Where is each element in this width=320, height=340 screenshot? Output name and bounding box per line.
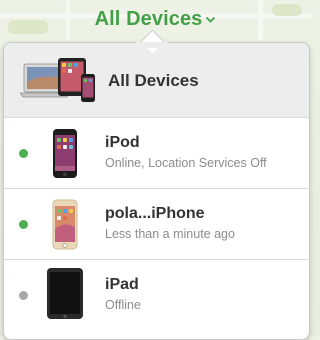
all-devices-label: All Devices: [108, 71, 199, 90]
device-row-iphone[interactable]: pola...iPhone Less than a minute ago: [4, 189, 309, 260]
device-name: iPod: [105, 134, 140, 151]
menu-item-all-devices[interactable]: All Devices: [4, 43, 309, 118]
device-name: iPad: [105, 276, 139, 293]
device-status: Less than a minute ago: [105, 227, 235, 241]
all-devices-icon: [20, 58, 95, 102]
chevron-down-icon: [206, 16, 216, 23]
ipad-icon: [47, 268, 83, 319]
device-status: Offline: [105, 298, 141, 312]
iphone-icon: [52, 199, 78, 250]
all-devices-dropdown-button[interactable]: All Devices: [95, 8, 217, 31]
device-row-ipad[interactable]: iPad Offline: [4, 260, 309, 331]
offline-status-dot: [19, 291, 28, 300]
device-status: Online, Location Services Off: [105, 156, 267, 170]
header-title: All Devices: [94, 7, 203, 30]
device-name: pola...iPhone: [105, 205, 205, 222]
online-status-dot: [19, 220, 28, 229]
device-row-ipod[interactable]: iPod Online, Location Services Off: [4, 118, 309, 189]
device-list-popover: All Devices iPod Online, Location Servic…: [3, 42, 310, 340]
ipod-icon: [53, 129, 77, 178]
online-status-dot: [19, 149, 28, 158]
